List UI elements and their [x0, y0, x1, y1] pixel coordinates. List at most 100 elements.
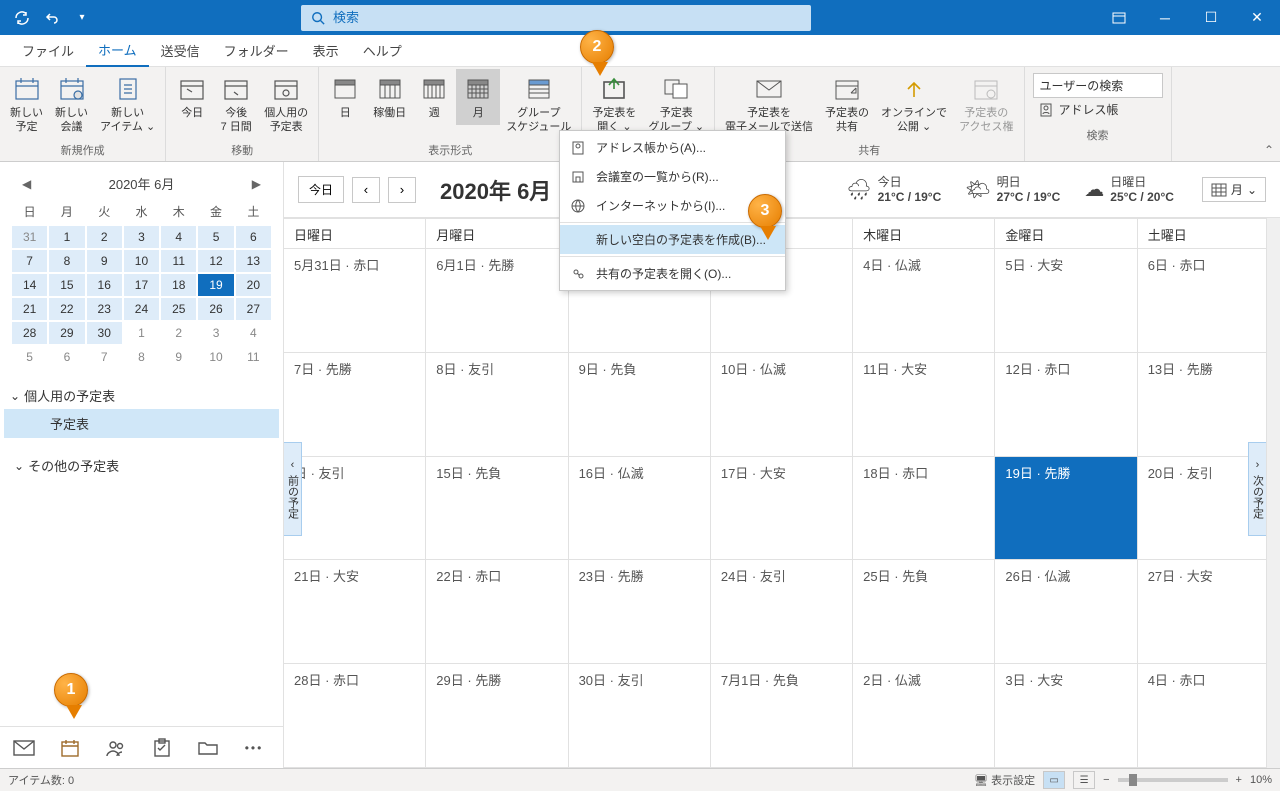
mini-cal-day[interactable]: 9 — [161, 346, 196, 368]
calendar-cell[interactable]: 23日 · 先勝 — [569, 560, 711, 664]
close-button[interactable]: ✕ — [1234, 0, 1280, 35]
mini-cal-day[interactable]: 14 — [12, 274, 47, 296]
mini-cal-day[interactable]: 6 — [49, 346, 84, 368]
mini-cal-day[interactable]: 4 — [236, 322, 271, 344]
goto-today-button[interactable]: 今日 — [170, 69, 214, 125]
calendar-cell[interactable]: 18日 · 赤口 — [853, 457, 995, 561]
more-nav-icon[interactable]: ••• — [242, 736, 266, 760]
mini-cal-day[interactable]: 20 — [236, 274, 271, 296]
mini-cal-day[interactable]: 13 — [236, 250, 271, 272]
mini-cal-day[interactable]: 30 — [87, 322, 122, 344]
open-calendar-button[interactable]: 予定表を 開く ⌄ — [586, 69, 642, 139]
cal-prev-button[interactable]: ‹ — [352, 177, 380, 203]
display-settings-button[interactable]: 🖥 表示設定 — [974, 772, 1035, 788]
mini-cal-day[interactable]: 10 — [198, 346, 233, 368]
view-switcher[interactable]: 月⌄ — [1202, 177, 1266, 202]
mini-cal-day[interactable]: 7 — [87, 346, 122, 368]
mini-cal-day[interactable]: 28 — [12, 322, 47, 344]
share-calendar-button[interactable]: 予定表の 共有 — [819, 69, 875, 139]
mini-cal-day[interactable]: 16 — [87, 274, 122, 296]
new-appointment-button[interactable]: 新しい 予定 — [4, 69, 49, 139]
qat-customize-icon[interactable]: ▾ — [68, 4, 96, 32]
mini-cal-day[interactable]: 17 — [124, 274, 159, 296]
tab-folder[interactable]: フォルダー — [212, 35, 301, 66]
calendar-cell[interactable]: 21日 · 大安 — [284, 560, 426, 664]
folder-nav-icon[interactable] — [196, 736, 220, 760]
dropdown-create-blank[interactable]: 新しい空白の予定表を作成(B)... — [560, 225, 785, 254]
cal-list-personal-header[interactable]: 個人用の予定表 — [4, 382, 279, 409]
calendar-cell[interactable]: 6日 · 赤口 — [1138, 249, 1280, 353]
publish-online-button[interactable]: オンラインで 公開 ⌄ — [875, 69, 953, 139]
zoom-in-button[interactable]: + — [1236, 774, 1242, 786]
calendar-cell[interactable]: 5月31日 · 赤口 — [284, 249, 426, 353]
normal-view-button[interactable]: ▭ — [1043, 771, 1065, 789]
weather-item[interactable]: ☁日曜日25°C / 20°C — [1084, 175, 1174, 204]
mini-cal-prev[interactable]: ◀ — [16, 175, 37, 193]
calendar-cell[interactable]: 26日 · 仏滅 — [995, 560, 1137, 664]
mini-cal-day[interactable]: 3 — [124, 226, 159, 248]
mini-cal-day[interactable]: 23 — [87, 298, 122, 320]
mini-cal-day[interactable]: 29 — [49, 322, 84, 344]
minimize-button[interactable]: ─ — [1142, 0, 1188, 35]
view-day-button[interactable]: 日 — [323, 69, 367, 125]
calendar-cell[interactable]: 7日 · 先勝 — [284, 353, 426, 457]
people-nav-icon[interactable] — [104, 736, 128, 760]
reading-view-button[interactable]: ☰ — [1073, 771, 1095, 789]
cal-next-button[interactable]: › — [388, 177, 416, 203]
search-input[interactable] — [333, 10, 801, 25]
calendar-cell[interactable]: 19日 · 先勝 — [995, 457, 1137, 561]
cal-list-other-header[interactable]: その他の予定表 — [4, 452, 279, 479]
mini-cal-day[interactable]: 24 — [124, 298, 159, 320]
calendar-cell[interactable]: 9日 · 先負 — [569, 353, 711, 457]
mini-cal-day[interactable]: 21 — [12, 298, 47, 320]
zoom-slider[interactable] — [1118, 778, 1228, 782]
view-workweek-button[interactable]: 稼働日 — [367, 69, 412, 125]
tab-sendreceive[interactable]: 送受信 — [149, 35, 212, 66]
sync-icon[interactable] — [8, 4, 36, 32]
weather-item[interactable]: 🌧今日21°C / 19°C — [846, 175, 941, 204]
calendar-permissions-button[interactable]: 予定表の アクセス権 — [953, 69, 1019, 139]
calendar-cell[interactable]: 11日 · 大安 — [853, 353, 995, 457]
dropdown-open-shared[interactable]: 共有の予定表を開く(O)... — [560, 259, 785, 288]
weather-item[interactable]: 🌤明日27°C / 19°C — [965, 175, 1060, 204]
calendar-cell[interactable]: 25日 · 先負 — [853, 560, 995, 664]
calendar-cell[interactable]: 28日 · 赤口 — [284, 664, 426, 768]
view-week-button[interactable]: 週 — [412, 69, 456, 125]
mail-nav-icon[interactable] — [12, 736, 36, 760]
mini-cal-day[interactable]: 9 — [87, 250, 122, 272]
calendar-cell[interactable]: 8日 · 友引 — [426, 353, 568, 457]
mini-cal-day[interactable]: 5 — [12, 346, 47, 368]
view-month-button[interactable]: 月 — [456, 69, 500, 125]
calendar-cell[interactable]: 6月1日 · 先勝 — [426, 249, 568, 353]
calendar-cell[interactable]: 4日 · 赤口 — [1138, 664, 1280, 768]
mini-cal-day[interactable]: 8 — [49, 250, 84, 272]
mini-cal-day[interactable]: 2 — [87, 226, 122, 248]
mini-cal-day[interactable]: 25 — [161, 298, 196, 320]
mini-cal-day[interactable]: 27 — [236, 298, 271, 320]
calendar-cell[interactable]: 17日 · 大安 — [711, 457, 853, 561]
calendar-cell[interactable]: 3日 · 大安 — [995, 664, 1137, 768]
new-meeting-button[interactable]: 新しい 会議 — [49, 69, 94, 139]
mini-cal-day[interactable]: 31 — [12, 226, 47, 248]
dropdown-from-roomlist[interactable]: 会議室の一覧から(R)... — [560, 162, 785, 191]
calendar-cell[interactable]: 30日 · 友引 — [569, 664, 711, 768]
address-book-button[interactable]: アドレス帳 — [1033, 98, 1163, 121]
new-items-button[interactable]: 新しい アイテム ⌄ — [94, 69, 161, 139]
mini-cal-day[interactable]: 18 — [161, 274, 196, 296]
search-user-input[interactable]: ユーザーの検索 — [1033, 73, 1163, 98]
today-button[interactable]: 今日 — [298, 176, 344, 203]
mini-cal-day[interactable]: 15 — [49, 274, 84, 296]
prev-appointment-handle[interactable]: ‹前の予定 — [284, 442, 302, 536]
calendar-cell[interactable]: 2日 · 仏滅 — [853, 664, 995, 768]
mini-cal-next[interactable]: ▶ — [246, 175, 267, 193]
calendar-cell[interactable]: 27日 · 大安 — [1138, 560, 1280, 664]
goto-next7-button[interactable]: 今後 7 日間 — [214, 69, 258, 139]
mini-cal-day[interactable]: 1 — [124, 322, 159, 344]
mini-cal-day[interactable]: 1 — [49, 226, 84, 248]
view-groupschedule-button[interactable]: グループ スケジュール — [500, 69, 577, 139]
dropdown-from-addressbook[interactable]: アドレス帳から(A)... — [560, 133, 785, 162]
cal-list-item-calendar[interactable]: 予定表 — [4, 409, 279, 438]
tab-help[interactable]: ヘルプ — [351, 35, 414, 66]
mini-cal-day[interactable]: 6 — [236, 226, 271, 248]
calendar-cell[interactable]: 12日 · 赤口 — [995, 353, 1137, 457]
